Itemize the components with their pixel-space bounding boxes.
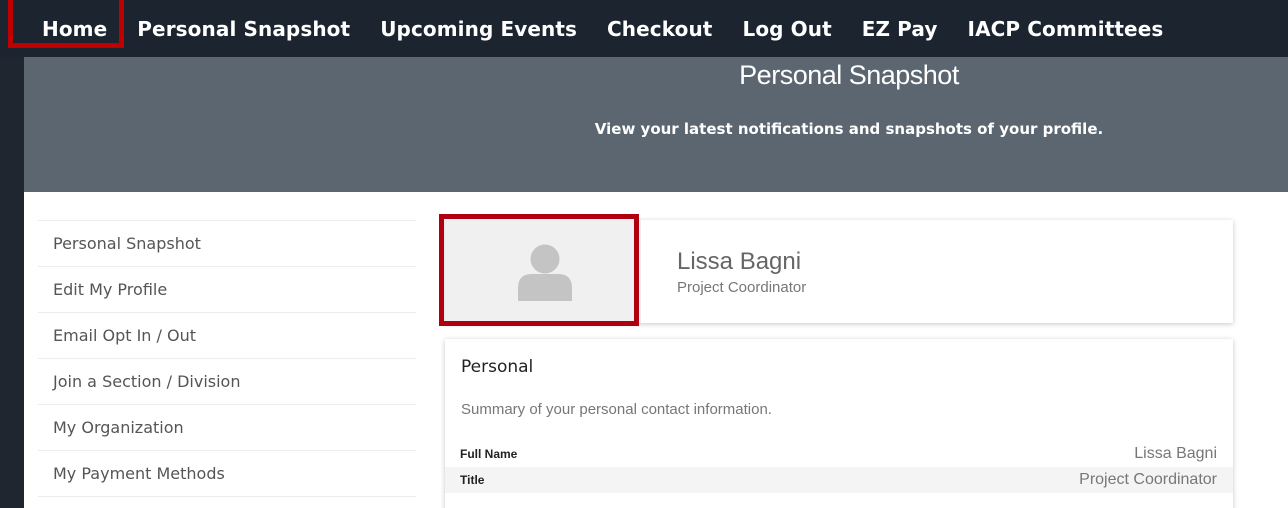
sidebar-item-my-organization[interactable]: My Organization	[38, 405, 416, 451]
app-window: Home Personal Snapshot Upcoming Events C…	[0, 0, 1288, 508]
sidebar-item-my-payment-methods[interactable]: My Payment Methods	[38, 451, 416, 497]
info-value: Project Coordinator	[1079, 471, 1217, 488]
profile-name: Lissa Bagni	[677, 248, 802, 275]
sidebar-item-email-opt-in-out[interactable]: Email Opt In / Out	[38, 313, 416, 359]
nav-ez-pay[interactable]: EZ Pay	[862, 17, 938, 41]
nav-home[interactable]: Home	[7, 0, 125, 48]
hero-banner: Personal Snapshot View your latest notif…	[24, 57, 1288, 192]
nav-upcoming-events[interactable]: Upcoming Events	[380, 17, 577, 41]
nav-iacp-committees[interactable]: IACP Committees	[968, 17, 1164, 41]
sidebar-item-join-section-division[interactable]: Join a Section / Division	[38, 359, 416, 405]
avatar-highlight-box	[439, 214, 639, 326]
top-navigation: Home Personal Snapshot Upcoming Events C…	[0, 0, 1288, 57]
left-edge-strip	[0, 0, 24, 508]
sidebar-menu: Personal Snapshot Edit My Profile Email …	[38, 220, 416, 497]
personal-info-card: Personal Summary of your personal contac…	[445, 339, 1233, 508]
info-value: Lissa Bagni	[1134, 445, 1217, 462]
sidebar-item-edit-my-profile[interactable]: Edit My Profile	[38, 267, 416, 313]
profile-role: Project Coordinator	[677, 279, 807, 296]
sidebar-item-personal-snapshot[interactable]: Personal Snapshot	[38, 221, 416, 267]
nav-log-out[interactable]: Log Out	[742, 17, 831, 41]
info-row-full-name: Full Name Lissa Bagni	[445, 441, 1233, 467]
main-content: Personal Snapshot Edit My Profile Email …	[24, 192, 1288, 508]
page-subtitle: View your latest notifications and snaps…	[594, 120, 1104, 138]
personal-section-title: Personal	[461, 357, 534, 377]
nav-personal-snapshot[interactable]: Personal Snapshot	[137, 17, 350, 41]
profile-card: Lissa Bagni Project Coordinator	[439, 214, 1233, 326]
nav-checkout[interactable]: Checkout	[607, 17, 712, 41]
info-label: Title	[460, 473, 485, 487]
page-title: Personal Snapshot	[739, 60, 959, 90]
info-row-title: Title Project Coordinator	[445, 467, 1233, 493]
info-label: Full Name	[460, 447, 518, 461]
personal-section-description: Summary of your personal contact informa…	[461, 401, 772, 418]
